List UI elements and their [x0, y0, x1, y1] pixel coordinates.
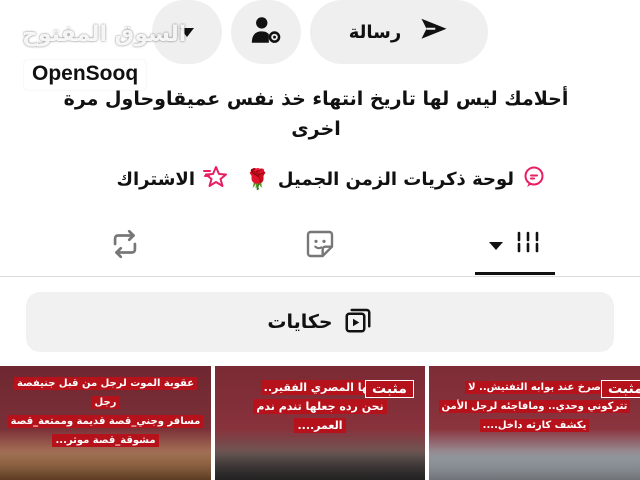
profile-links: لوحة ذكريات الزمن الجميل 🌹 الاشتراك: [117, 162, 547, 196]
profile-bio: أحلامك ليس لها تاريخ انتهاء خذ نفس عميقا…: [63, 88, 569, 140]
send-icon: [419, 15, 449, 49]
watermark-text: السوق المفتوح: [22, 22, 187, 47]
video-tile[interactable]: عقوبة الموت لرجل من قبل جنيفصة رجل مسافر…: [0, 366, 211, 480]
video-thumbnail-scene: [0, 450, 211, 480]
memories-board-link[interactable]: لوحة ذكريات الزمن الجميل 🌹: [245, 165, 546, 194]
caption-line: مسافر وجني_قصة قديمة وممتعة_قصة: [7, 415, 204, 428]
caret-down-icon: [488, 237, 504, 256]
tab-reposts[interactable]: [95, 220, 155, 272]
playlist-icon: [343, 305, 373, 339]
stories-label: حكايات: [267, 311, 333, 333]
video-caption: عقوبة الموت لرجل من قبل جنيفصة رجل مسافر…: [6, 374, 205, 450]
caption-line: قها المصري الفقير..: [260, 380, 380, 395]
caption-line: يكشف كارثه داخل....: [479, 419, 590, 432]
pinned-badge: مثبت: [365, 380, 414, 398]
subscribe-link[interactable]: الاشتراك: [117, 165, 230, 194]
tab-tagged[interactable]: [290, 220, 350, 272]
video-tile[interactable]: صرخ عند بوابه التفتيش.. لا تتركوني وحدي.…: [429, 366, 640, 480]
pinned-badge: مثبت: [601, 380, 640, 398]
stories-playlist-button[interactable]: حكايات: [26, 292, 614, 352]
rose-emoji: 🌹: [245, 167, 270, 191]
add-friend-button[interactable]: [231, 0, 301, 64]
video-tile[interactable]: قها المصري الفقير.. نحن رده جعلها تندم ن…: [215, 366, 425, 480]
caption-line: مشوقة_قصة موثر...: [52, 434, 159, 447]
caption-line: نحن رده جعلها تندم ندم: [253, 399, 387, 414]
memories-board-label: لوحة ذكريات الزمن الجميل: [277, 168, 514, 190]
active-tab-indicator: [475, 272, 555, 275]
message-button[interactable]: رسالة: [310, 0, 488, 64]
user-settings-icon: [249, 13, 283, 51]
tab-videos[interactable]: [475, 220, 555, 272]
tabs-divider: [0, 276, 640, 277]
repost-icon: [108, 227, 142, 265]
message-label: رسالة: [348, 21, 402, 43]
chat-bubble-icon: [522, 165, 546, 194]
sticker-icon: [304, 228, 336, 264]
subscribe-label: الاشتراك: [116, 168, 196, 190]
video-thumbnail-scene: [215, 450, 425, 480]
video-thumbnail-scene: [429, 450, 640, 480]
caption-line: عقوبة الموت لرجل من قبل جنيفصة رجل: [13, 377, 198, 409]
caption-line: صرخ عند بوابه التفتيش.. لا: [465, 381, 604, 394]
star-icon: [203, 165, 229, 194]
caption-line: تتركوني وحدي.. ومافاجئه لرجل الأمن: [438, 400, 631, 413]
caption-line: العمر....: [294, 418, 346, 433]
grid-bars-icon: [514, 230, 542, 262]
